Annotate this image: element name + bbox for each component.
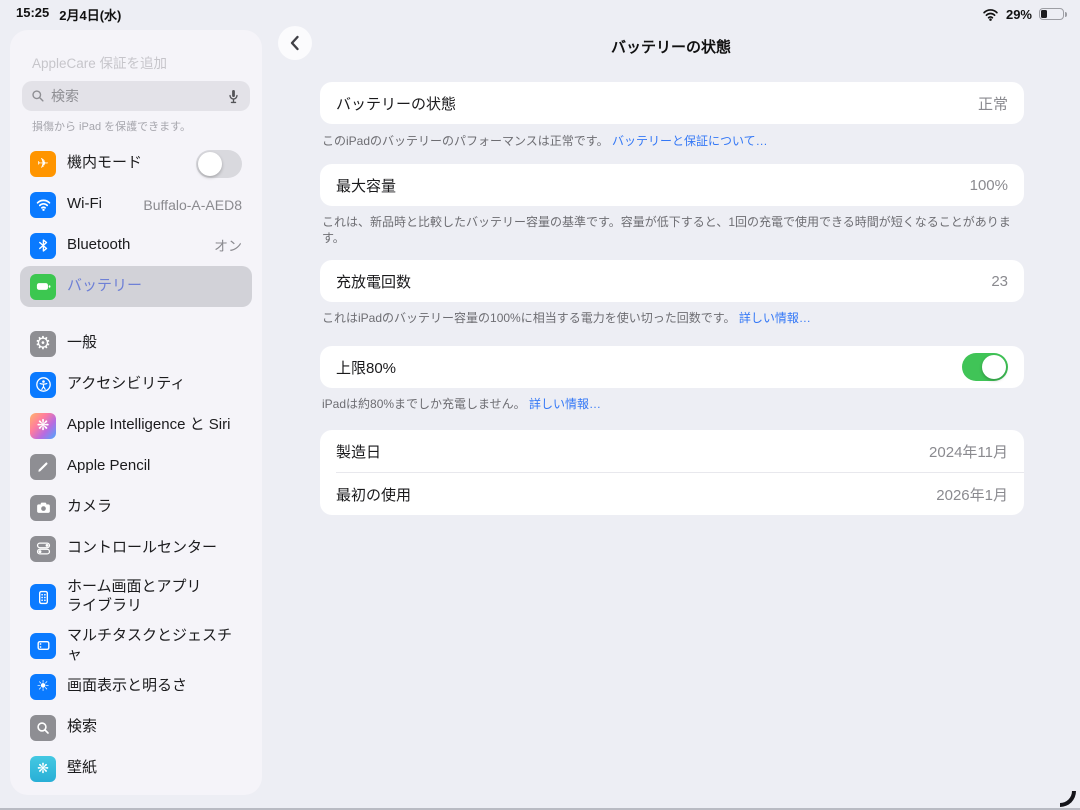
charge-limit-toggle[interactable] <box>962 353 1008 381</box>
search-icon <box>31 89 45 103</box>
apple-pencil-icon <box>30 454 56 480</box>
multitasking-icon <box>30 633 56 659</box>
sidebar-item-battery[interactable]: バッテリー <box>20 266 252 307</box>
max-capacity-card: 最大容量 100% <box>320 164 1024 206</box>
first-use-row: 最初の使用 2026年1月 <box>320 473 1024 515</box>
battery-status-icon <box>1039 8 1064 20</box>
cycle-count-learn-more-link[interactable]: 詳しい情報… <box>739 311 811 325</box>
cycle-count-card: 充放電回数 23 <box>320 260 1024 302</box>
pointer-artifact <box>1060 791 1076 807</box>
sun-icon: ☀ <box>30 674 56 700</box>
battery-health-panel: バッテリーの状態 正常 このiPadのバッテリーのパフォーマンスは正常です。 バ… <box>320 0 1024 515</box>
sidebar-item-bluetooth[interactable]: Bluetooth オン <box>20 225 252 266</box>
max-capacity-row: 最大容量 100% <box>320 164 1024 206</box>
battery-health-card: バッテリーの状態 正常 <box>320 82 1024 124</box>
sidebar-item-accessibility[interactable]: アクセシビリティ <box>20 364 252 405</box>
cycle-count-value: 23 <box>991 273 1008 290</box>
cycle-count-row: 充放電回数 23 <box>320 260 1024 302</box>
sidebar-item-wifi[interactable]: Wi-Fi Buffalo-A-AED8 <box>20 184 252 225</box>
control-center-icon <box>30 536 56 562</box>
manufacture-date-row: 製造日 2024年11月 <box>320 430 1024 472</box>
dates-card: 製造日 2024年11月 最初の使用 2026年1月 <box>320 430 1024 515</box>
battery-health-footer: このiPadのバッテリーのパフォーマンスは正常です。 バッテリーと保証について… <box>320 133 1024 149</box>
charge-limit-learn-more-link[interactable]: 詳しい情報… <box>529 397 601 411</box>
sidebar-item-general[interactable]: ⚙ 一般 <box>20 323 252 364</box>
manufacture-date-value: 2024年11月 <box>929 441 1008 462</box>
search-caption: 損傷から iPad を保護できます。 <box>32 118 262 134</box>
sidebar-item-multitasking[interactable]: マルチタスクとジェスチャ <box>20 625 252 666</box>
sidebar-item-apple-intelligence-siri[interactable]: ❋ Apple Intelligence と Siri <box>20 405 252 446</box>
apple-intelligence-icon: ❋ <box>30 413 56 439</box>
charge-limit-row: 上限80% <box>320 346 1024 388</box>
applecare-banner[interactable]: AppleCare 保証を追加 <box>32 52 262 72</box>
charge-limit-footer: iPadは約80%までしか充電しません。 詳しい情報… <box>320 396 1024 412</box>
bluetooth-icon <box>30 233 56 259</box>
home-screen-icon <box>30 584 56 610</box>
settings-sidebar: AppleCare 保証を追加 検索 損傷から iPad を保護できます。 ✈ … <box>10 30 262 795</box>
wallpaper-icon: ❋ <box>30 756 56 782</box>
max-capacity-footer: これは、新品時と比較したバッテリー容量の基準です。容量が低下すると、1回の充電で… <box>320 214 1024 246</box>
cycle-count-footer: これはiPadのバッテリー容量の100%に相当する電力を使い切った回数です。 詳… <box>320 310 1024 326</box>
accessibility-icon <box>30 372 56 398</box>
sidebar-item-search[interactable]: 検索 <box>20 707 252 748</box>
status-time: 15:25 <box>16 5 49 24</box>
search-input[interactable]: 検索 <box>22 81 250 111</box>
sidebar-item-display-brightness[interactable]: ☀ 画面表示と明るさ <box>20 666 252 707</box>
mic-icon[interactable] <box>226 88 241 105</box>
first-use-value: 2026年1月 <box>936 484 1008 505</box>
bluetooth-state: オン <box>214 236 242 256</box>
sidebar-item-airplane-mode[interactable]: ✈ 機内モード <box>20 143 252 184</box>
battery-warranty-link[interactable]: バッテリーと保証について… <box>612 134 768 148</box>
battery-app-icon <box>30 274 56 300</box>
gear-icon: ⚙ <box>30 331 56 357</box>
sidebar-item-apple-pencil[interactable]: Apple Pencil <box>20 446 252 487</box>
sidebar-item-control-center[interactable]: コントロールセンター <box>20 528 252 569</box>
max-capacity-value: 100% <box>970 177 1008 194</box>
battery-health-value: 正常 <box>978 93 1008 114</box>
status-date: 2月4日(水) <box>59 5 121 24</box>
battery-health-row: バッテリーの状態 正常 <box>320 82 1024 124</box>
airplane-mode-toggle[interactable] <box>196 150 242 178</box>
sidebar-item-camera[interactable]: カメラ <box>20 487 252 528</box>
camera-icon <box>30 495 56 521</box>
wifi-app-icon <box>30 192 56 218</box>
sidebar-item-home-screen[interactable]: ホーム画面とアプリライブラリ <box>20 569 252 625</box>
charge-limit-card: 上限80% <box>320 346 1024 388</box>
airplane-icon: ✈ <box>30 151 56 177</box>
wifi-network-name: Buffalo-A-AED8 <box>143 197 242 213</box>
sidebar-item-wallpaper[interactable]: ❋ 壁紙 <box>20 748 252 789</box>
search-app-icon <box>30 715 56 741</box>
search-placeholder: 検索 <box>51 86 79 106</box>
